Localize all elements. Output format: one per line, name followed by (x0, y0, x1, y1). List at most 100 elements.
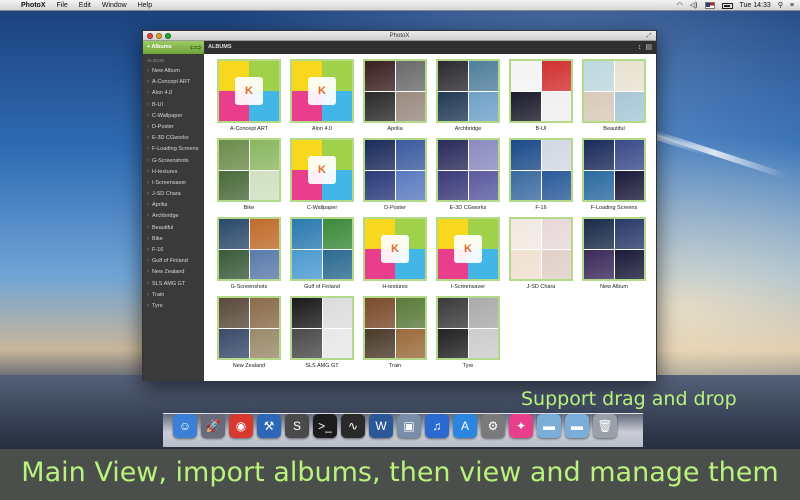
system-preferences-icon[interactable]: ⚙ (481, 414, 505, 438)
folder-icon[interactable]: ▬ (537, 414, 561, 438)
sidebar-item[interactable]: H-textures (143, 167, 204, 178)
notification-center-icon[interactable]: ≡ (790, 0, 794, 11)
xcode-icon[interactable]: ⚒ (257, 414, 281, 438)
album-thumbnail[interactable] (509, 59, 573, 123)
word-icon[interactable]: W (369, 414, 393, 438)
activity-monitor-icon[interactable]: ∿ (341, 414, 365, 438)
album-tile[interactable]: F-16 (509, 138, 573, 211)
album-thumbnail[interactable] (582, 59, 646, 123)
trash-icon[interactable]: 🗑 (593, 414, 617, 438)
view-mode-icon[interactable]: ▤ (645, 43, 652, 52)
sidebar-item[interactable]: B-UI (143, 100, 204, 111)
album-tile[interactable]: K C-Wallpaper (290, 138, 354, 211)
album-thumbnail[interactable] (363, 138, 427, 202)
sidebar-item[interactable]: F-Loading Screens (143, 144, 204, 155)
album-thumbnail[interactable] (436, 296, 500, 360)
sidebar-item[interactable]: A-Concept ART (143, 77, 204, 88)
album-thumbnail[interactable] (290, 217, 354, 281)
album-tile[interactable]: G-Screenshots (217, 217, 281, 290)
sidebar-item[interactable]: SLS AMG GT (143, 279, 204, 290)
album-tile[interactable]: Gulf of Finland (290, 217, 354, 290)
add-albums-button[interactable]: + Albums ⇦⇨ (143, 41, 204, 54)
album-thumbnail[interactable] (582, 138, 646, 202)
menu-app-name[interactable]: PhotoX (21, 0, 46, 11)
album-tile[interactable]: K I-Screensaver (436, 217, 500, 290)
terminal-icon[interactable]: >_ (313, 414, 337, 438)
sidebar-item[interactable]: Beautiful (143, 223, 204, 234)
sidebar-item[interactable]: Alon 4.0 (143, 88, 204, 99)
sidebar-item[interactable]: G-Screenshots (143, 156, 204, 167)
input-source-flag-icon[interactable] (704, 2, 715, 9)
album-tile[interactable]: K Alon 4.0 (290, 59, 354, 132)
album-thumbnail[interactable]: K (436, 217, 500, 281)
album-tile[interactable]: Bike (217, 138, 281, 211)
album-thumbnail[interactable]: K (290, 59, 354, 123)
album-thumbnail[interactable] (509, 138, 573, 202)
album-thumbnail[interactable] (436, 138, 500, 202)
wifi-icon[interactable]: ◠ (677, 0, 683, 11)
album-tile[interactable]: SLS AMG GT (290, 296, 354, 369)
apple-menu-icon[interactable] (6, 1, 15, 10)
menubar-clock[interactable]: Tue 14:33 (740, 0, 771, 11)
close-button[interactable] (147, 33, 153, 39)
menu-help[interactable]: Help (138, 0, 152, 11)
album-tile[interactable]: Beautiful (582, 59, 646, 132)
sidebar-item[interactable]: D-Poster (143, 122, 204, 133)
minimize-button[interactable] (156, 33, 162, 39)
sidebar-item[interactable]: New Album (143, 66, 204, 77)
album-tile[interactable]: E-3D CGworks (436, 138, 500, 211)
sidebar-item[interactable]: Tyre (143, 301, 204, 312)
sidebar-item[interactable]: J-SD Chara (143, 189, 204, 200)
album-thumbnail[interactable] (290, 296, 354, 360)
sort-icon[interactable]: ↕ (638, 43, 642, 52)
search-icon[interactable]: ⚲ (778, 0, 783, 11)
zoom-button[interactable] (165, 33, 171, 39)
chrome-icon[interactable]: ◉ (229, 414, 253, 438)
window-titlebar[interactable]: PhotoX ⤢ (143, 31, 656, 41)
album-tile[interactable]: New Zealand (217, 296, 281, 369)
menu-file[interactable]: File (57, 0, 68, 11)
sidebar-item[interactable]: C-Wallpaper (143, 111, 204, 122)
album-tile[interactable]: Archbridge (436, 59, 500, 132)
sidebar-item[interactable]: E-3D CGworks (143, 133, 204, 144)
menu-edit[interactable]: Edit (79, 0, 91, 11)
album-tile[interactable]: Tyre (436, 296, 500, 369)
downloads-folder-icon[interactable]: ▬ (565, 414, 589, 438)
sidebar-item[interactable]: New Zealand (143, 267, 204, 278)
battery-icon[interactable] (721, 2, 733, 9)
album-thumbnail[interactable]: K (290, 138, 354, 202)
app-store-icon[interactable]: A (453, 414, 477, 438)
sublime-icon[interactable]: S (285, 414, 309, 438)
album-tile[interactable]: K A-Concept ART (217, 59, 281, 132)
sidebar-item[interactable]: Gulf of Finland (143, 256, 204, 267)
album-tile[interactable]: New Album (582, 217, 646, 290)
back-forward-arrows-icon[interactable]: ⇦⇨ (190, 44, 202, 52)
sidebar-item[interactable]: Archbridge (143, 211, 204, 222)
album-thumbnail[interactable] (363, 59, 427, 123)
album-tile[interactable]: D-Poster (363, 138, 427, 211)
album-tile[interactable]: J-SD Chara (509, 217, 573, 290)
album-thumbnail[interactable] (509, 217, 573, 281)
album-thumbnail[interactable] (217, 217, 281, 281)
album-thumbnail[interactable] (217, 296, 281, 360)
album-thumbnail[interactable]: K (363, 217, 427, 281)
album-thumbnail[interactable] (363, 296, 427, 360)
album-thumbnail[interactable] (217, 138, 281, 202)
launchpad-icon[interactable]: 🚀 (201, 414, 225, 438)
sidebar-item[interactable]: I-Screensaver (143, 178, 204, 189)
photox-icon[interactable]: ✦ (509, 414, 533, 438)
album-tile[interactable]: B-UI (509, 59, 573, 132)
album-tile[interactable]: K H-textures (363, 217, 427, 290)
album-tile[interactable]: Train (363, 296, 427, 369)
itunes-icon[interactable]: ♫ (425, 414, 449, 438)
finder-icon[interactable]: ☺ (173, 414, 197, 438)
album-thumbnail[interactable] (582, 217, 646, 281)
volume-icon[interactable]: ◁) (690, 0, 698, 11)
sidebar-item[interactable]: F-16 (143, 245, 204, 256)
preview-icon[interactable]: ▣ (397, 414, 421, 438)
album-thumbnail[interactable] (436, 59, 500, 123)
sidebar-item[interactable]: Train (143, 290, 204, 301)
album-tile[interactable]: Aprilia (363, 59, 427, 132)
sidebar-item[interactable]: Aprilia (143, 200, 204, 211)
fullscreen-icon[interactable]: ⤢ (646, 33, 652, 39)
